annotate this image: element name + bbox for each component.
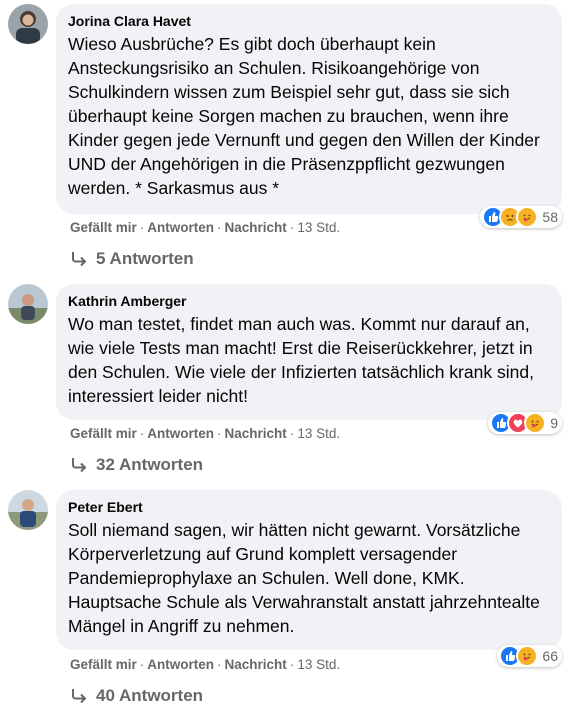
message-button[interactable]: Nachricht bbox=[225, 657, 287, 672]
reaction-count: 58 bbox=[542, 209, 558, 225]
comment-bubble: Peter Ebert Soll niemand sagen, wir hätt… bbox=[56, 490, 562, 650]
avatar[interactable] bbox=[8, 490, 48, 530]
comment-text: Wieso Ausbrüche? Es gibt doch überhaupt … bbox=[68, 34, 540, 198]
like-button[interactable]: Gefällt mir bbox=[70, 426, 137, 441]
comment-actions: Gefällt mir · Antworten · Nachricht · 13 Std. bbox=[70, 220, 341, 235]
care-icon bbox=[524, 412, 547, 434]
timestamp[interactable]: 13 Std. bbox=[297, 220, 340, 235]
comment-bubble: Jorina Clara Havet Wieso Ausbrüche? Es g… bbox=[56, 4, 562, 214]
care-icon bbox=[516, 206, 539, 228]
comment-actions: Gefällt mir · Antworten · Nachricht · 13 Std. bbox=[70, 657, 341, 672]
comment-actions: Gefällt mir · Antworten · Nachricht · 13 Std. bbox=[70, 426, 341, 441]
care-icon bbox=[516, 645, 539, 667]
message-button[interactable]: Nachricht bbox=[225, 220, 287, 235]
reply-arrow-icon bbox=[72, 458, 87, 473]
view-replies-button[interactable]: 32 Antworten bbox=[70, 455, 203, 475]
reply-button[interactable]: Antworten bbox=[147, 220, 214, 235]
comment-text: Wo man testet, findet man auch was. Komm… bbox=[68, 314, 534, 406]
timestamp[interactable]: 13 Std. bbox=[297, 426, 340, 441]
reaction-summary[interactable]: 58 bbox=[480, 206, 562, 228]
comment-author[interactable]: Peter Ebert bbox=[68, 498, 550, 516]
avatar[interactable] bbox=[8, 4, 48, 44]
like-button[interactable]: Gefällt mir bbox=[70, 657, 137, 672]
reaction-summary[interactable]: 66 bbox=[497, 645, 562, 667]
comment-author[interactable]: Kathrin Amberger bbox=[68, 292, 550, 310]
like-button[interactable]: Gefällt mir bbox=[70, 220, 137, 235]
view-replies-button[interactable]: 40 Antworten bbox=[70, 686, 203, 706]
reaction-summary[interactable]: 9 bbox=[488, 412, 562, 434]
avatar[interactable] bbox=[8, 284, 48, 324]
comment-bubble: Kathrin Amberger Wo man testet, findet m… bbox=[56, 284, 562, 420]
reaction-count: 66 bbox=[542, 648, 558, 664]
replies-label: 32 Antworten bbox=[96, 455, 204, 474]
timestamp[interactable]: 13 Std. bbox=[297, 657, 340, 672]
reply-button[interactable]: Antworten bbox=[147, 426, 214, 441]
reply-arrow-icon bbox=[72, 689, 87, 704]
view-replies-button[interactable]: 5 Antworten bbox=[70, 249, 194, 269]
comment-author[interactable]: Jorina Clara Havet bbox=[68, 12, 550, 30]
message-button[interactable]: Nachricht bbox=[225, 426, 287, 441]
replies-label: 5 Antworten bbox=[96, 249, 194, 268]
replies-label: 40 Antworten bbox=[96, 686, 204, 705]
reply-button[interactable]: Antworten bbox=[147, 657, 214, 672]
reaction-count: 9 bbox=[550, 415, 558, 431]
reply-arrow-icon bbox=[72, 252, 87, 267]
comment-text: Soll niemand sagen, wir hätten nicht gew… bbox=[68, 520, 540, 636]
